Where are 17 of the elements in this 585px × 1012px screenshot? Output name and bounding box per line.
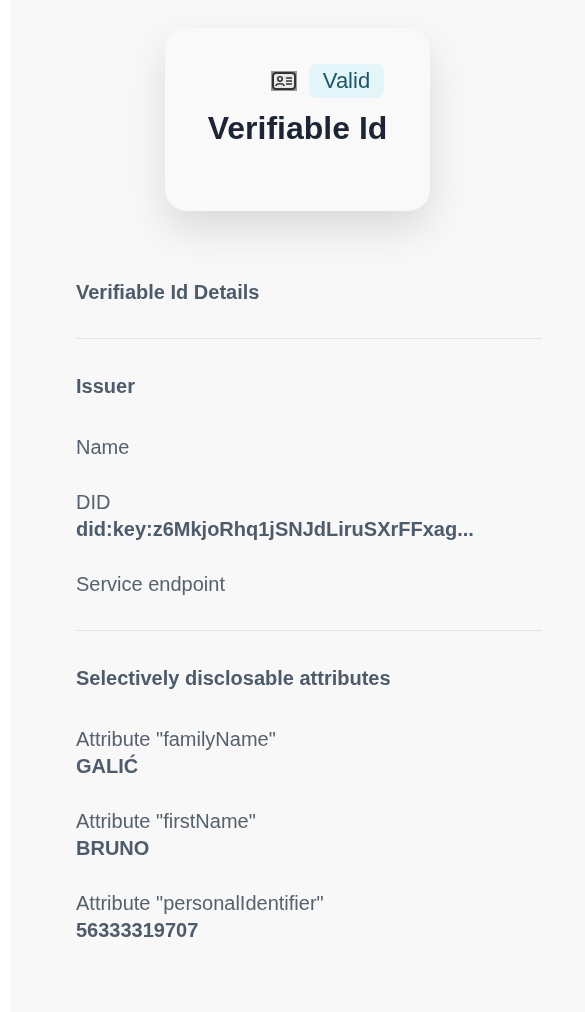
field-label: Name <box>76 436 131 459</box>
id-card-icon <box>270 71 297 91</box>
credential-card[interactable]: Valid Verifiable Id <box>165 28 430 211</box>
field-label: DID <box>76 491 112 514</box>
field-label: Attribute "familyName" <box>76 728 277 751</box>
status-badge: Valid <box>308 64 385 98</box>
field-label: Attribute "firstName" <box>76 810 257 833</box>
field-value: BRUNO <box>76 837 151 860</box>
card-title: Verifiable Id <box>207 110 388 147</box>
field-value: 56333319707 <box>76 919 200 942</box>
field-value: did:key:z6MkjoRhq1jSNJdLiruSXrFFxag... <box>76 518 475 541</box>
field-label: Attribute "personalIdentifier" <box>76 892 325 915</box>
section-heading: Selectively disclosable attributes <box>76 667 392 690</box>
section-heading: Verifiable Id Details <box>76 281 261 304</box>
field-value: GALIĆ <box>76 755 140 778</box>
section-heading: Issuer <box>76 375 136 398</box>
field-label: Service endpoint <box>76 573 226 596</box>
